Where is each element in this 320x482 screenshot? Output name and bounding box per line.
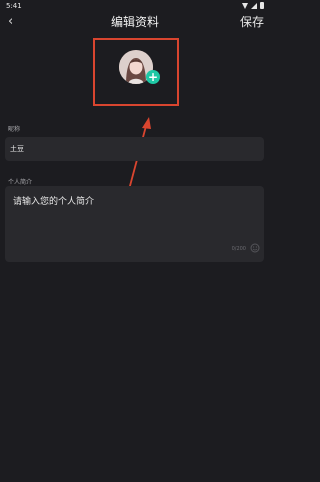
nickname-label: 昵称 [8, 126, 21, 133]
add-avatar-icon[interactable]: + [146, 70, 160, 84]
status-icons [242, 2, 264, 9]
signal-icon [251, 2, 257, 9]
bio-field[interactable]: 请输入您的个人简介 [5, 186, 264, 262]
battery-icon [260, 2, 264, 9]
bio-counter: 0/200 [231, 246, 246, 252]
save-button[interactable]: 保存 [240, 14, 264, 30]
header: ‹ 编辑资料 保存 [0, 12, 270, 34]
bio-label: 个人简介 [8, 179, 33, 186]
status-time: 5:41 [6, 2, 22, 10]
status-bar: 5:41 [0, 0, 270, 12]
nickname-field[interactable]: 土豆 [5, 137, 264, 161]
wifi-icon [242, 2, 248, 9]
emoji-icon[interactable] [250, 243, 260, 253]
page-title: 编辑资料 [110, 15, 159, 29]
